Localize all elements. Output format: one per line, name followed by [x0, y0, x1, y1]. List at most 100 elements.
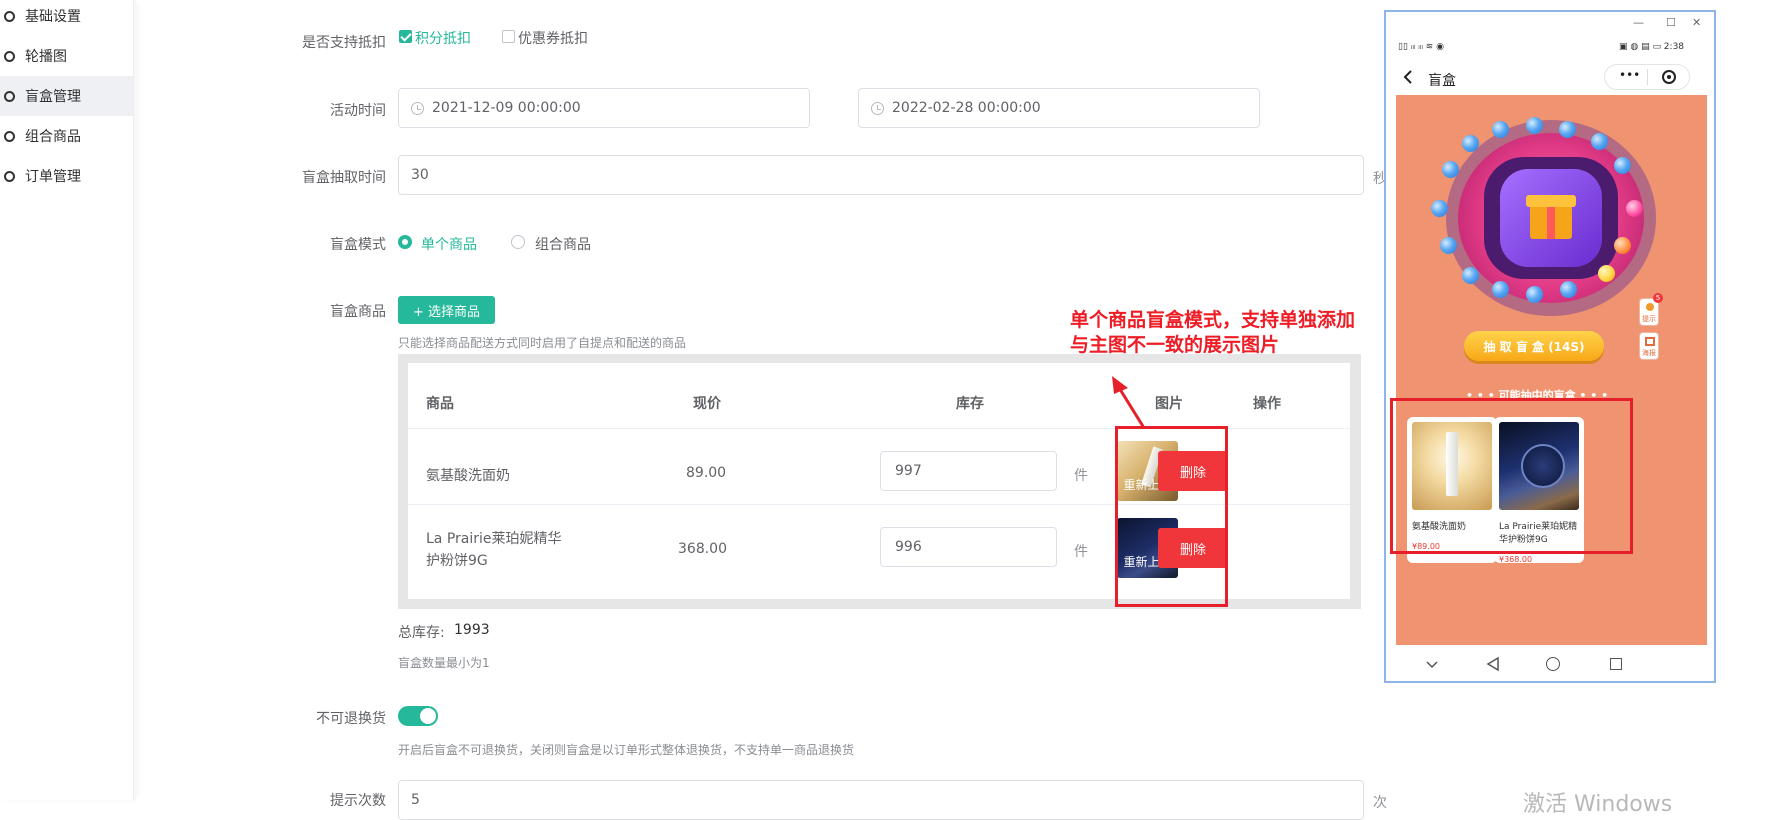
start-time-input[interactable]: 2021-12-09 00:00:00: [398, 88, 810, 128]
circle-icon: [4, 90, 15, 102]
bead: [1526, 286, 1543, 303]
stock-input[interactable]: 996: [880, 527, 1057, 567]
column-header-price: 现价: [693, 396, 721, 412]
circle-icon: [4, 50, 15, 62]
bead: [1598, 265, 1615, 282]
status-bar-left: ▯▯ ᵢₗₗ ᵢₗₗ ≋ ◉: [1398, 42, 1444, 52]
goods-name: 氨基酸洗面奶: [426, 468, 510, 484]
goods-name-line2: 护粉饼9G: [426, 553, 488, 569]
total-stock-label: 总库存:: [398, 625, 445, 641]
sidebar: 基础设置 轮播图 盲盒管理 组合商品 订单管理: [0, 0, 134, 800]
stock-value: 996: [895, 539, 922, 555]
more-icon[interactable]: •••: [1619, 68, 1640, 82]
combo-mode-radio[interactable]: [511, 235, 525, 249]
recents-square-icon[interactable]: [1610, 658, 1622, 670]
close-icon[interactable]: ✕: [1692, 16, 1701, 29]
hint-count-value: 5: [411, 792, 420, 808]
maximize-icon[interactable]: ☐: [1666, 16, 1676, 29]
phone-preview-window: — ☐ ✕ ▯▯ ᵢₗₗ ᵢₗₗ ≋ ◉ ▣ ◍ ▤ ▭ 2:38 盲盒 •••: [1384, 10, 1716, 683]
coupon-option-label[interactable]: 优惠券抵扣: [518, 28, 588, 48]
combo-mode-label[interactable]: 组合商品: [535, 234, 591, 254]
total-stock-value: 1993: [454, 622, 490, 638]
back-triangle-icon[interactable]: [1486, 657, 1500, 671]
bead: [1591, 133, 1608, 150]
end-time-input[interactable]: 2022-02-28 00:00:00: [858, 88, 1260, 128]
goods-price: 89.00: [686, 465, 727, 481]
min-quantity-hint: 盲盒数量最小为1: [398, 656, 490, 670]
sidebar-item-label: 订单管理: [25, 169, 81, 185]
sidebar-item-blind-box[interactable]: 盲盒管理: [0, 76, 133, 116]
coupon-checkbox[interactable]: [502, 30, 515, 43]
single-mode-label[interactable]: 单个商品: [421, 234, 477, 254]
prize-price: ¥368.00: [1499, 555, 1533, 564]
hint-count-unit: 次: [1373, 795, 1387, 811]
bead: [1560, 281, 1577, 298]
hint-count-label: 提示次数: [330, 793, 386, 809]
mode-label: 盲盒模式: [330, 237, 386, 253]
blind-box-page: 提示 5 海报 抽 取 盲 盒 (14S) • • • 可能抽中的盲盒 • • …: [1396, 95, 1707, 645]
draw-time-input[interactable]: 30: [398, 155, 1364, 195]
goods-hint: 只能选择商品配送方式同时启用了自提点和配送的商品: [398, 336, 687, 350]
points-checkbox[interactable]: [399, 30, 412, 43]
close-miniprogram-icon[interactable]: [1662, 70, 1676, 84]
sidebar-item-basic-settings[interactable]: 基础设置: [0, 0, 133, 36]
start-time-value: 2021-12-09 00:00:00: [432, 100, 581, 116]
goods-price: 368.00: [678, 541, 727, 557]
stock-input[interactable]: 997: [880, 451, 1057, 491]
single-mode-radio[interactable]: [398, 235, 412, 249]
hint-badge: 5: [1653, 293, 1663, 303]
capsule-menu: •••: [1604, 64, 1690, 90]
end-time-value: 2022-02-28 00:00:00: [892, 100, 1041, 116]
sidebar-item-label: 基础设置: [25, 9, 81, 25]
hint-side-button[interactable]: 提示 5: [1639, 293, 1663, 326]
hint-side-label: 提示: [1642, 315, 1656, 323]
goods-name: La Prairie莱珀妮精华: [426, 531, 562, 547]
cards-highlight-box: [1390, 398, 1633, 554]
bead: [1626, 200, 1643, 217]
annotation-text-line1: 单个商品盲盒模式，支持单独添加: [1070, 309, 1356, 331]
home-circle-icon[interactable]: [1546, 657, 1560, 671]
circle-icon: [4, 10, 15, 22]
bulb-icon: [1646, 303, 1654, 311]
no-return-hint: 开启后盲盒不可退换货，关闭则盲盒是以订单形式整体退换货，不支持单一商品退换货: [398, 743, 855, 757]
clock-icon: [871, 101, 884, 115]
clock-icon: [411, 101, 424, 115]
sidebar-item-combo-goods[interactable]: 组合商品: [0, 116, 133, 156]
draw-time-label: 盲盒抽取时间: [302, 170, 386, 186]
circle-icon: [4, 170, 15, 182]
points-option-label[interactable]: 积分抵扣: [415, 28, 471, 48]
hint-count-input[interactable]: 5: [398, 780, 1364, 820]
no-return-toggle[interactable]: [398, 706, 438, 726]
collapse-icon[interactable]: [1426, 660, 1438, 670]
sidebar-item-orders[interactable]: 订单管理: [0, 156, 133, 196]
bead: [1559, 121, 1576, 138]
draw-time-value: 30: [411, 167, 429, 183]
poster-side-label: 海报: [1642, 349, 1656, 357]
activity-time-label: 活动时间: [330, 103, 386, 119]
circle-icon: [4, 130, 15, 142]
bead: [1492, 281, 1509, 298]
stock-unit: 件: [1074, 468, 1088, 484]
sidebar-item-carousel[interactable]: 轮播图: [0, 36, 133, 76]
no-return-label: 不可退换货: [316, 711, 386, 727]
column-header-goods: 商品: [426, 396, 454, 412]
bead: [1462, 267, 1479, 284]
status-bar-right: ▣ ◍ ▤ ▭ 2:38: [1619, 42, 1685, 52]
annotation-arrow-icon: [1112, 376, 1146, 429]
stock-value: 997: [895, 463, 922, 479]
bead: [1462, 135, 1479, 152]
poster-icon: [1645, 337, 1655, 346]
minimize-icon[interactable]: —: [1633, 16, 1644, 29]
sidebar-item-label: 盲盒管理: [25, 89, 81, 105]
sidebar-item-label: 组合商品: [25, 129, 81, 145]
column-header-action: 操作: [1253, 396, 1281, 412]
select-goods-button[interactable]: + 选择商品: [398, 296, 495, 324]
back-icon[interactable]: [1403, 69, 1413, 85]
bead: [1492, 121, 1509, 138]
sidebar-item-label: 轮播图: [25, 49, 67, 65]
goods-label: 盲盒商品: [330, 304, 386, 320]
poster-side-button[interactable]: 海报: [1639, 332, 1659, 360]
bead: [1431, 200, 1448, 217]
stock-unit: 件: [1074, 544, 1088, 560]
draw-blind-box-button[interactable]: 抽 取 盲 盒 (14S): [1464, 331, 1604, 361]
